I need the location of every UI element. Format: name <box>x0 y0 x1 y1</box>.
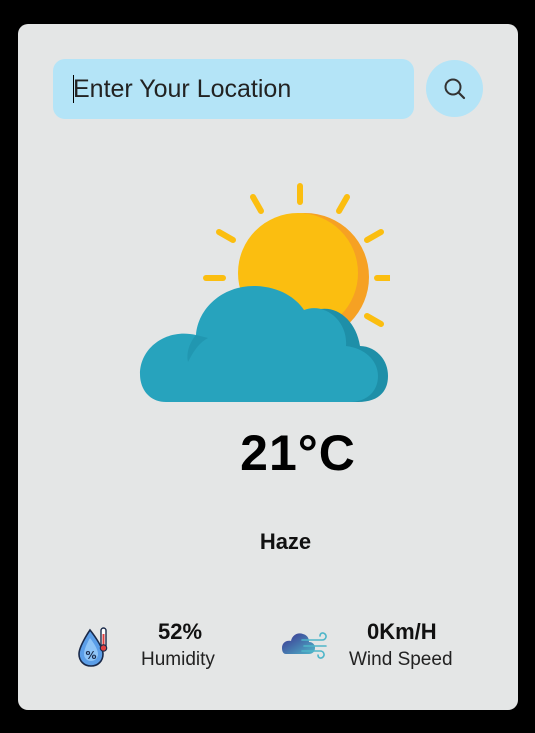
weather-description: Haze <box>259 529 312 554</box>
search-bar <box>53 59 483 119</box>
wind-speed-label: Wind Speed <box>349 649 453 670</box>
search-input[interactable] <box>53 59 414 119</box>
search-button[interactable] <box>426 60 483 117</box>
sun-behind-cloud-icon <box>140 183 390 402</box>
temperature: 21°C <box>240 425 356 481</box>
wind-speed-value: 0Km/H <box>367 619 437 644</box>
wind-stat: 0Km/H Wind Speed <box>282 619 490 675</box>
svg-text:%: % <box>85 649 96 662</box>
humidity-icon: % <box>78 627 108 667</box>
wind-icon <box>282 632 327 659</box>
humidity-label: Humidity <box>141 649 215 670</box>
humidity-stat: % 52% Humidity <box>78 619 234 675</box>
weather-card: 21°C Haze % 52% Humidity <box>18 24 518 710</box>
humidity-value: 52% <box>158 619 203 644</box>
text-caret <box>73 75 74 103</box>
search-icon <box>444 78 465 99</box>
